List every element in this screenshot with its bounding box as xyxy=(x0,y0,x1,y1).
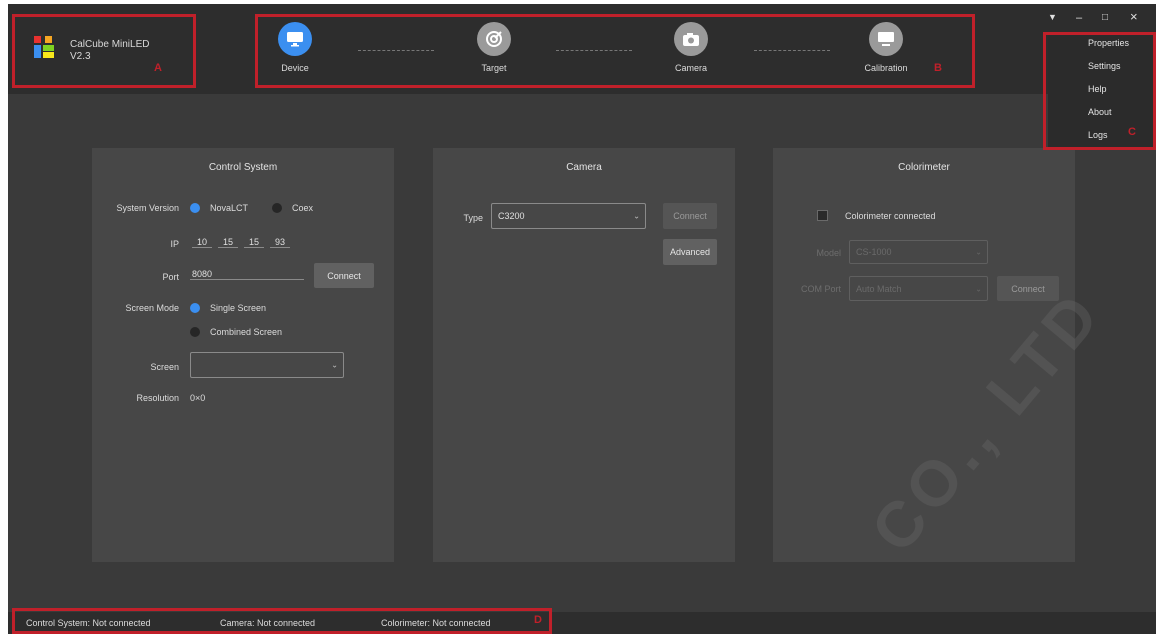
radio-coex-label: Coex xyxy=(292,203,314,213)
control-system-connect-button[interactable]: Connect xyxy=(314,263,374,288)
annotation-label-b: B xyxy=(934,62,942,74)
annotation-label-d: D xyxy=(534,614,542,626)
chevron-down-icon: ⌄ xyxy=(975,247,982,257)
camera-panel: Camera Type C3200 ⌄ Connect Advanced xyxy=(433,148,735,562)
maximize-icon[interactable]: □ xyxy=(1102,12,1108,23)
annotation-box-a xyxy=(12,14,196,88)
camera-type-select[interactable]: C3200 ⌄ xyxy=(491,203,646,229)
annotation-box-b xyxy=(255,14,975,88)
annotation-label-a: A xyxy=(154,62,162,74)
colorimeter-connected-label: Colorimeter connected xyxy=(845,211,936,221)
panel-title: Camera xyxy=(566,162,602,173)
radio-novalct-label: NovaLCT xyxy=(210,203,249,213)
screen-mode-label: Screen Mode xyxy=(125,303,179,313)
panel-title: Control System xyxy=(208,162,278,173)
radio-novalct[interactable] xyxy=(190,203,200,213)
ip-octet-3[interactable]: 15 xyxy=(244,237,264,248)
annotation-box-c xyxy=(1043,32,1156,150)
camera-type-label: Type xyxy=(463,213,483,223)
port-label: Port xyxy=(162,272,179,282)
com-port-label: COM Port xyxy=(800,284,841,294)
com-port-select-value: Auto Match xyxy=(856,283,902,294)
chevron-down-icon: ⌄ xyxy=(331,360,338,370)
ip-octet-2[interactable]: 15 xyxy=(218,237,238,248)
menu-dropdown-icon[interactable]: ▼ xyxy=(1048,12,1057,22)
system-version-label: System Version xyxy=(116,203,179,213)
resolution-value: 0×0 xyxy=(190,393,206,403)
minimize-icon[interactable]: – xyxy=(1076,12,1082,24)
camera-type-value: C3200 xyxy=(498,211,525,221)
control-system-panel: Control System System Version NovaLCT Co… xyxy=(92,148,394,562)
close-icon[interactable]: × xyxy=(1130,9,1138,24)
radio-combined-screen-label: Combined Screen xyxy=(210,327,283,337)
com-port-select[interactable]: Auto Match ⌄ xyxy=(849,276,988,301)
camera-advanced-button[interactable]: Advanced xyxy=(663,239,717,265)
screen-label: Screen xyxy=(150,362,179,372)
model-label: Model xyxy=(816,248,841,258)
port-input[interactable]: 8080 xyxy=(190,269,304,280)
app-window: CalCube MiniLED V2.3 Device Target Camer… xyxy=(8,4,1156,634)
colorimeter-connected-checkbox[interactable] xyxy=(817,210,828,221)
panel-title: Colorimeter xyxy=(898,162,950,173)
ip-label: IP xyxy=(170,239,179,249)
model-select-value: CS-1000 xyxy=(856,247,892,257)
ip-octet-4[interactable]: 93 xyxy=(270,237,290,248)
radio-combined-screen[interactable] xyxy=(190,327,200,337)
ip-octet-1[interactable]: 10 xyxy=(192,237,212,248)
resolution-label: Resolution xyxy=(136,393,179,403)
annotation-box-d xyxy=(12,608,552,634)
radio-coex[interactable] xyxy=(272,203,282,213)
annotation-label-c: C xyxy=(1128,126,1136,138)
radio-single-screen-label: Single Screen xyxy=(210,303,267,313)
radio-single-screen[interactable] xyxy=(190,303,200,313)
chevron-down-icon: ⌄ xyxy=(975,284,982,293)
screen-select[interactable]: ⌄ xyxy=(190,352,344,378)
model-select[interactable]: CS-1000 ⌄ xyxy=(849,240,988,264)
camera-connect-button[interactable]: Connect xyxy=(663,203,717,229)
chevron-down-icon: ⌄ xyxy=(633,211,640,221)
